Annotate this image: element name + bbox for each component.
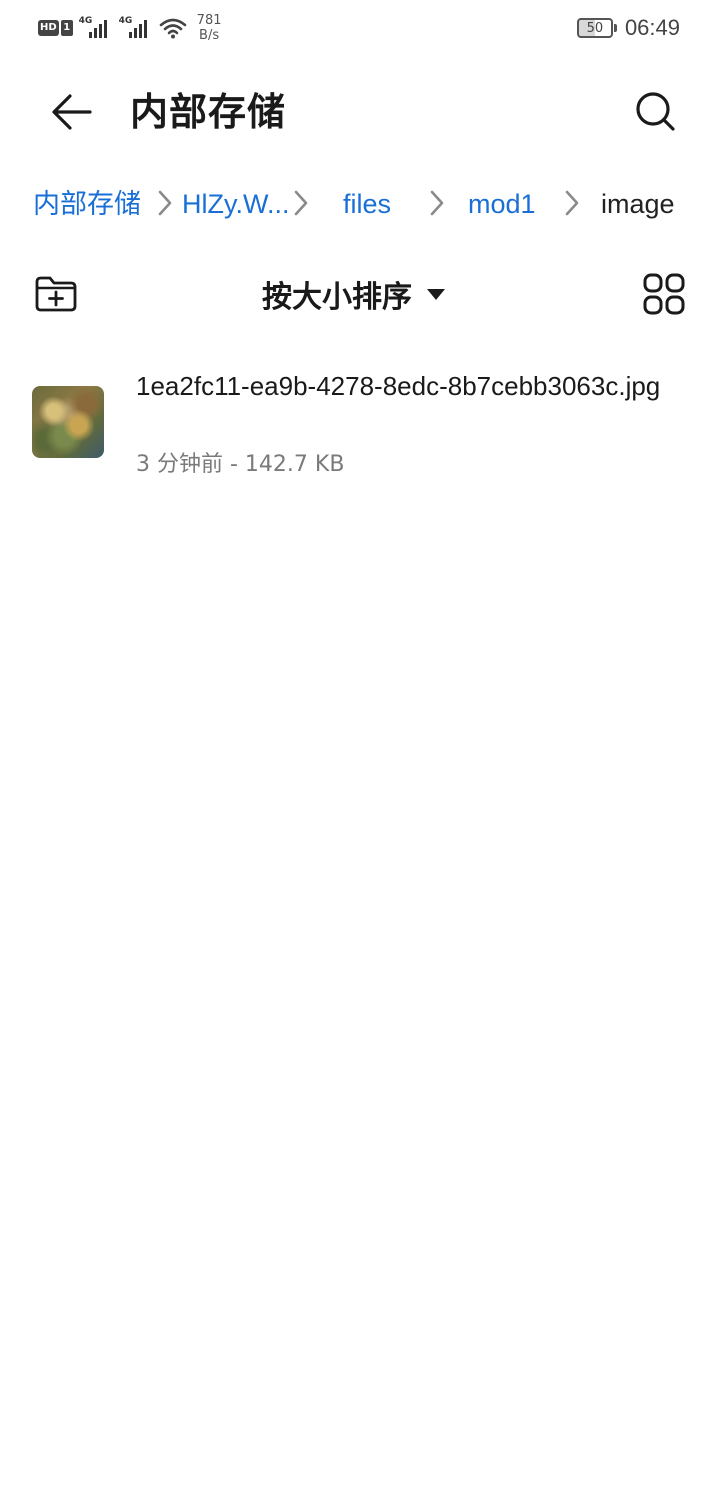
arrow-left-icon [52, 94, 92, 130]
status-left: HD 1 4G 4G 781 B/s [38, 12, 222, 44]
status-right: 50 06:49 [576, 12, 680, 44]
net-speed: 781 B/s [197, 13, 222, 43]
net-speed-unit: B/s [199, 28, 220, 43]
breadcrumb-item-files[interactable]: files [343, 184, 391, 224]
search-button[interactable] [628, 84, 684, 140]
grid-view-button[interactable] [640, 270, 688, 318]
search-icon [636, 92, 675, 131]
toolbar: 按大小排序 [0, 262, 720, 326]
sim1-signal-icon: 4G [79, 16, 113, 40]
chevron-right-icon [294, 190, 308, 216]
folder-add-icon [35, 276, 77, 312]
back-button[interactable] [40, 84, 104, 140]
breadcrumb-item-mod1[interactable]: mod1 [468, 184, 536, 224]
clock: 06:49 [624, 15, 680, 40]
status-bar: HD 1 4G 4G 781 B/s 50 06:49 [0, 0, 720, 56]
battery-icon: 50 [576, 18, 617, 38]
sort-dropdown[interactable]: 按大小排序 [262, 268, 446, 320]
hd-label: HD [38, 20, 59, 36]
grid-view-icon [643, 273, 685, 315]
new-folder-button[interactable] [30, 270, 82, 318]
file-meta: 3 分钟前 - 142.7 KB [136, 452, 345, 477]
file-manager-screen: HD 1 4G 4G 781 B/s 50 06:49 内部存储 内部存储 Hl… [0, 0, 720, 1496]
sim-label: 1 [60, 20, 73, 36]
sim2-signal-icon: 4G [119, 16, 153, 40]
chevron-right-icon [430, 190, 444, 216]
battery-level: 50 [586, 20, 604, 36]
hd-badge: HD 1 [38, 18, 73, 38]
caret-down-icon [427, 289, 445, 300]
sort-label: 按大小排序 [262, 280, 412, 315]
wifi-icon [159, 18, 186, 39]
breadcrumb-item-image: image [601, 189, 675, 219]
file-name: 1ea2fc11-ea9b-4278-8edc-8b7cebb3063c.jpg [136, 371, 661, 401]
list-item[interactable]: 1ea2fc11-ea9b-4278-8edc-8b7cebb3063c.jpg… [0, 360, 720, 490]
file-list: 1ea2fc11-ea9b-4278-8edc-8b7cebb3063c.jpg… [0, 360, 720, 490]
chevron-right-icon [158, 190, 172, 216]
page-title: 内部存储 [130, 90, 287, 134]
chevron-right-icon [565, 190, 579, 216]
net-speed-value: 781 [196, 13, 222, 28]
file-thumbnail [32, 386, 104, 458]
app-bar: 内部存储 [0, 72, 720, 152]
breadcrumb: 内部存储 HlZy.W... files mod1 image [0, 178, 720, 230]
breadcrumb-item-app-folder[interactable]: HlZy.W... [182, 184, 290, 224]
breadcrumb-item-internal-storage[interactable]: 内部存储 [33, 184, 141, 224]
